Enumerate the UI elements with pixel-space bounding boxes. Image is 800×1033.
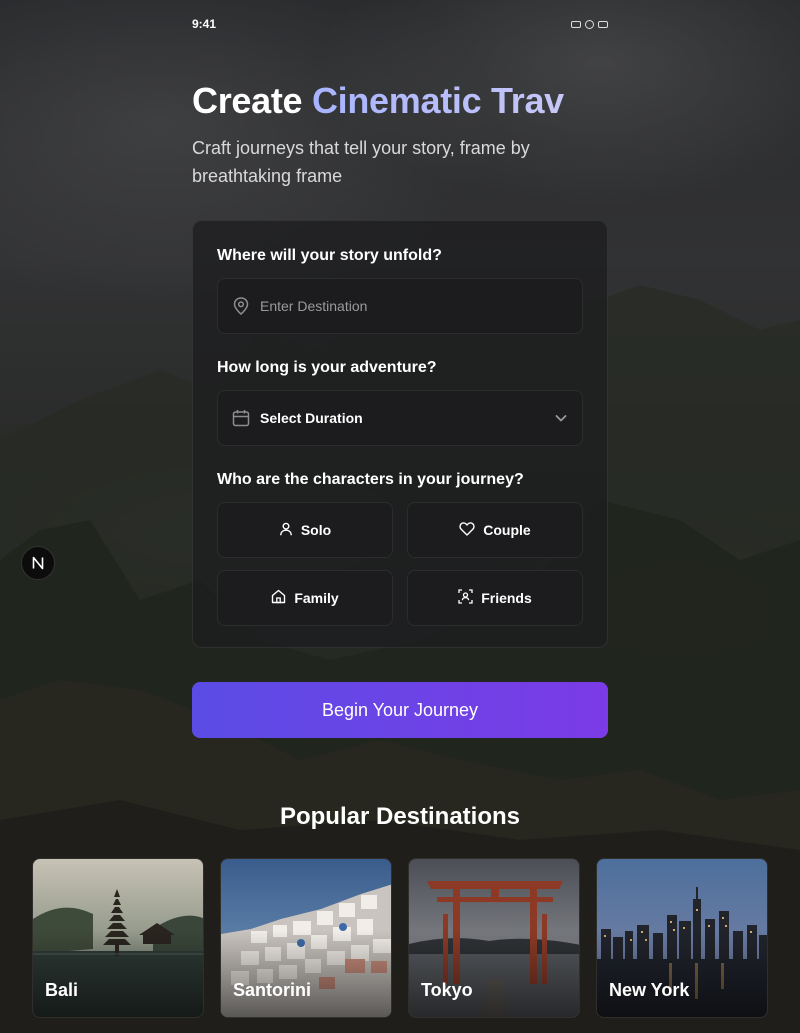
status-icons	[571, 19, 608, 29]
traveler-option-label: Friends	[481, 590, 532, 606]
duration-selected-value: Select Duration	[260, 410, 363, 426]
traveler-option-label: Family	[294, 590, 339, 606]
traveler-option-friends[interactable]: Friends	[407, 570, 583, 626]
location-pin-icon	[232, 297, 250, 315]
n-letter-icon	[32, 556, 44, 570]
travelers-label: Who are the characters in your journey?	[217, 471, 524, 488]
clock-icon	[585, 19, 594, 29]
destination-name: Santorini	[233, 980, 312, 1000]
page-title-accent: Cinematic Trav	[311, 80, 564, 121]
page-title-plain: Create	[192, 80, 312, 121]
destination-name: New York	[609, 980, 690, 1000]
destination-card-bali[interactable]: Bali	[32, 858, 204, 1018]
destination-input[interactable]	[260, 298, 560, 314]
duration-label: How long is your adventure?	[217, 359, 437, 376]
page-subtitle: Craft journeys that tell your story, fra…	[192, 138, 530, 186]
traveler-option-label: Solo	[300, 522, 332, 538]
destination-name: Bali	[45, 980, 79, 1000]
destination-label: Where will your story unfold?	[217, 247, 442, 264]
destination-name: Tokyo	[421, 980, 473, 1000]
home-icon	[271, 589, 286, 607]
calendar-icon	[232, 409, 250, 427]
chevron-down-icon	[554, 411, 568, 430]
duration-select[interactable]: Select Duration	[217, 390, 583, 446]
n-logo-badge[interactable]	[21, 546, 55, 580]
signal-icon	[598, 20, 608, 28]
battery-icon	[571, 20, 581, 28]
begin-journey-button[interactable]: Begin Your Journey	[192, 682, 608, 738]
popular-destinations-title: Popular Destinations	[279, 803, 521, 830]
traveler-option-couple[interactable]: Couple	[407, 502, 583, 558]
status-bar: 9:41	[192, 14, 608, 34]
destination-card-santorini[interactable]: Santorini	[220, 858, 392, 1018]
traveler-option-solo[interactable]: Solo	[217, 502, 393, 558]
traveler-option-label: Couple	[483, 522, 531, 538]
destination-field[interactable]	[217, 278, 583, 334]
status-time: 9:41	[192, 17, 217, 31]
destination-card-new-york[interactable]: New York	[596, 858, 768, 1018]
trip-form-card: Where will your story unfold? How long i…	[192, 220, 608, 648]
traveler-option-family[interactable]: Family	[217, 570, 393, 626]
person-icon	[279, 522, 293, 539]
heart-icon	[459, 521, 475, 539]
destination-card-tokyo[interactable]: Tokyo	[408, 858, 580, 1018]
group-scan-icon	[458, 589, 473, 607]
page-title: Create Cinematic Trav	[192, 80, 612, 124]
